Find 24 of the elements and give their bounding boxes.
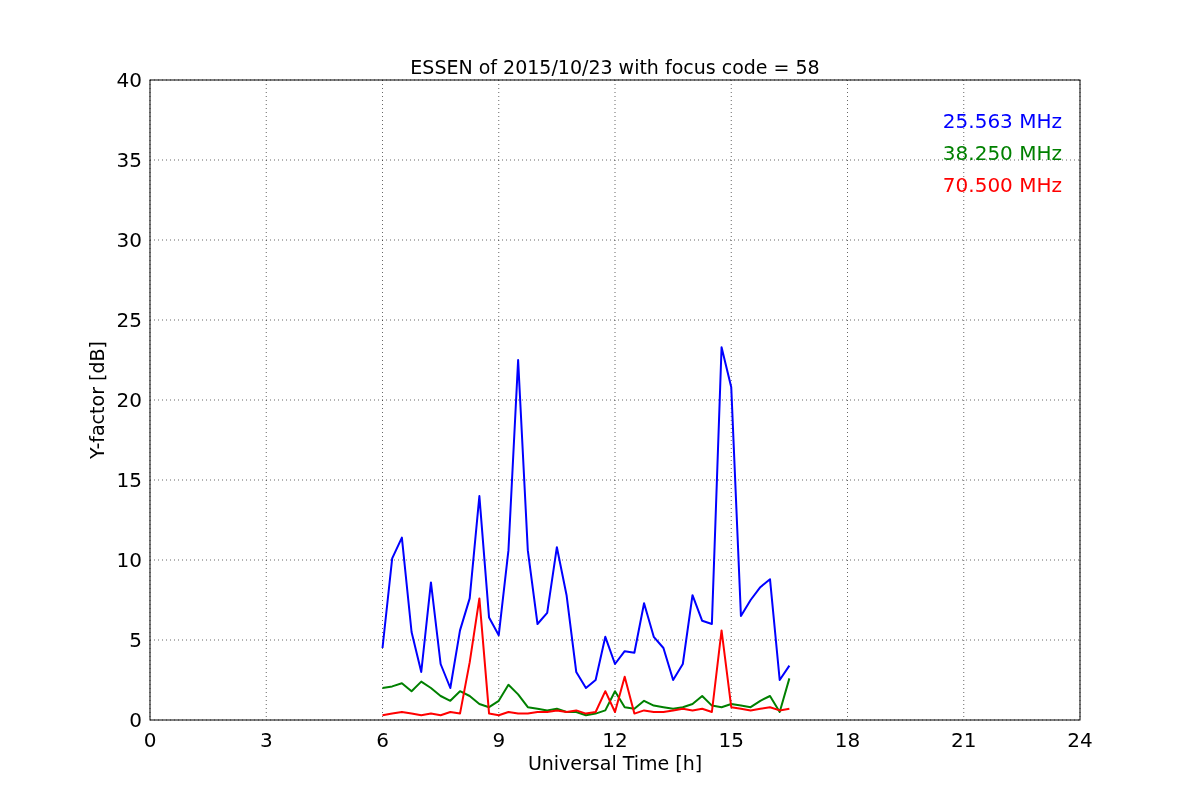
y-tick-label: 40 (116, 68, 142, 92)
x-tick-label: 15 (718, 728, 744, 752)
x-tick-label: 12 (602, 728, 628, 752)
x-tick-label: 6 (376, 728, 389, 752)
y-tick-label: 25 (116, 308, 142, 332)
legend-label: 70.500 MHz (942, 173, 1062, 197)
x-axis-label: Universal Time [h] (527, 752, 703, 774)
x-tick-label: 18 (834, 728, 861, 752)
y-tick-label: 30 (116, 228, 142, 252)
y-tick-label: 20 (116, 388, 142, 412)
legend-label: 38.250 MHz (942, 141, 1062, 165)
x-tick-label: 3 (259, 728, 273, 752)
x-tick-label: 0 (143, 728, 157, 752)
y-tick-label: 5 (129, 628, 142, 652)
y-tick-label: 15 (116, 468, 142, 492)
y-tick-label: 35 (116, 148, 142, 172)
y-axis-label: Y-factor [dB] (86, 341, 108, 459)
x-tick-label: 21 (951, 728, 977, 752)
y-tick-label: 0 (129, 708, 142, 732)
x-tick-label: 9 (492, 728, 506, 752)
chart-title: ESSEN of 2015/10/23 with focus code = 58 (410, 56, 820, 78)
legend-label: 25.563 MHz (942, 109, 1062, 133)
y-tick-label: 10 (116, 548, 142, 572)
x-tick-label: 24 (1067, 728, 1093, 752)
